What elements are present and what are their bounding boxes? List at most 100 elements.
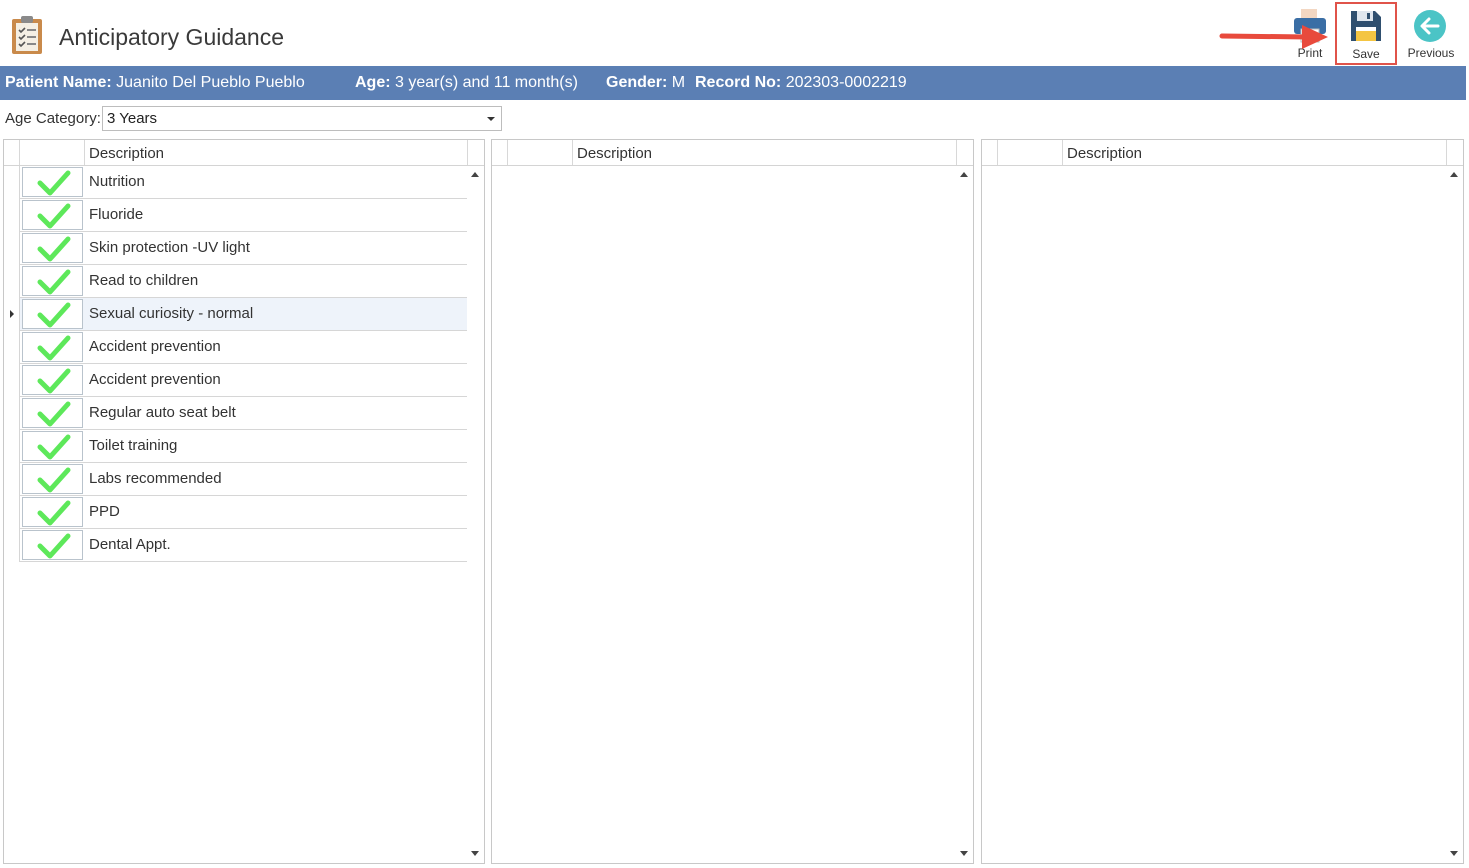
patient-record-label: Record No: bbox=[695, 74, 782, 91]
patient-age: Age: 3 year(s) and 11 month(s) bbox=[355, 74, 578, 92]
patient-name-label: Patient Name: bbox=[5, 74, 112, 91]
scroll-down-icon[interactable] bbox=[960, 851, 968, 856]
patient-name-value: Juanito Del Pueblo Pueblo bbox=[116, 74, 305, 91]
table-row[interactable]: Accident prevention bbox=[4, 331, 468, 364]
back-arrow-icon bbox=[1413, 9, 1447, 46]
row-description: Sexual curiosity - normal bbox=[89, 305, 254, 322]
row-description: Nutrition bbox=[89, 173, 145, 190]
row-indicator[interactable] bbox=[4, 430, 20, 463]
table-row[interactable]: Labs recommended bbox=[4, 463, 468, 496]
checkmark-icon bbox=[37, 269, 71, 295]
vertical-scrollbar[interactable] bbox=[1446, 166, 1462, 862]
table-row[interactable]: Skin protection -UV light bbox=[4, 232, 468, 265]
description-column-header[interactable]: Description bbox=[573, 140, 957, 165]
row-indicator[interactable] bbox=[4, 364, 20, 397]
clipboard-checklist-icon bbox=[10, 15, 46, 55]
row-checkbox[interactable] bbox=[22, 497, 83, 527]
checkmark-icon bbox=[37, 302, 71, 328]
checkmark-icon bbox=[37, 467, 71, 493]
table-row[interactable]: Regular auto seat belt bbox=[4, 397, 468, 430]
scroll-down-icon[interactable] bbox=[1450, 851, 1458, 856]
age-category-select[interactable]: 3 Years bbox=[102, 106, 502, 131]
row-indicator-header bbox=[492, 140, 508, 165]
description-column-header[interactable]: Description bbox=[1063, 140, 1447, 165]
guidance-grid-2: Description bbox=[491, 139, 974, 864]
row-checkbox[interactable] bbox=[22, 332, 83, 362]
guidance-grid-1: Description Nutrition Fluoride Skin protec… bbox=[3, 139, 485, 864]
row-description: Regular auto seat belt bbox=[89, 404, 236, 421]
save-button[interactable]: Save bbox=[1335, 2, 1397, 65]
row-indicator-header bbox=[4, 140, 20, 165]
grid-header-row: Description bbox=[4, 140, 484, 166]
grid-header-row: Description bbox=[492, 140, 973, 166]
row-checkbox[interactable] bbox=[22, 464, 83, 494]
table-row[interactable]: Accident prevention bbox=[4, 364, 468, 397]
row-checkbox[interactable] bbox=[22, 299, 83, 329]
age-category-value: 3 Years bbox=[107, 110, 158, 127]
row-indicator[interactable] bbox=[4, 529, 20, 562]
table-row[interactable]: Fluoride bbox=[4, 199, 468, 232]
table-row[interactable]: Sexual curiosity - normal bbox=[4, 298, 468, 331]
check-column-header[interactable] bbox=[20, 140, 85, 165]
annotation-arrow-icon bbox=[1219, 25, 1328, 49]
table-row[interactable]: Toilet training bbox=[4, 430, 468, 463]
scroll-up-icon[interactable] bbox=[960, 172, 968, 177]
scroll-up-icon[interactable] bbox=[1450, 172, 1458, 177]
row-indicator[interactable] bbox=[4, 232, 20, 265]
row-indicator[interactable] bbox=[4, 331, 20, 364]
row-checkbox[interactable] bbox=[22, 530, 83, 560]
previous-label: Previous bbox=[1407, 46, 1455, 60]
row-indicator[interactable] bbox=[4, 265, 20, 298]
checkmark-icon bbox=[37, 401, 71, 427]
patient-gender-label: Gender: bbox=[606, 74, 668, 91]
scroll-down-icon[interactable] bbox=[471, 851, 479, 856]
app-header: Anticipatory Guidance Print Save Previou… bbox=[0, 0, 1469, 66]
row-description: PPD bbox=[89, 503, 120, 520]
checkmark-icon bbox=[37, 533, 71, 559]
patient-record-value: 202303-0002219 bbox=[785, 74, 907, 91]
row-description: Toilet training bbox=[89, 437, 178, 454]
row-checkbox[interactable] bbox=[22, 233, 83, 263]
patient-gender-value: M bbox=[671, 74, 686, 91]
patient-age-value: 3 year(s) and 11 month(s) bbox=[395, 74, 578, 91]
row-description: Skin protection -UV light bbox=[89, 239, 250, 256]
table-row[interactable]: PPD bbox=[4, 496, 468, 529]
patient-record-no: Record No: 202303-0002219 bbox=[695, 74, 907, 92]
check-column-header[interactable] bbox=[508, 140, 573, 165]
row-description: Dental Appt. bbox=[89, 536, 171, 553]
table-row[interactable]: Read to children bbox=[4, 265, 468, 298]
checkmark-icon bbox=[37, 236, 71, 262]
patient-age-label: Age: bbox=[355, 74, 391, 91]
check-column-header[interactable] bbox=[998, 140, 1063, 165]
row-indicator[interactable] bbox=[4, 496, 20, 529]
row-indicator[interactable] bbox=[4, 166, 20, 199]
row-checkbox[interactable] bbox=[22, 365, 83, 395]
checkmark-icon bbox=[37, 335, 71, 361]
checkmark-icon bbox=[37, 203, 71, 229]
description-column-header[interactable]: Description bbox=[85, 140, 468, 165]
vertical-scrollbar[interactable] bbox=[467, 166, 483, 862]
row-description: Accident prevention bbox=[89, 371, 221, 388]
row-checkbox[interactable] bbox=[22, 431, 83, 461]
chevron-down-icon bbox=[487, 117, 495, 121]
guidance-grid-3: Description bbox=[981, 139, 1464, 864]
row-checkbox[interactable] bbox=[22, 266, 83, 296]
previous-button[interactable]: Previous bbox=[1403, 6, 1459, 62]
grid-rows: Nutrition Fluoride Skin protection -UV lig… bbox=[4, 166, 468, 562]
checkmark-icon bbox=[37, 170, 71, 196]
patient-gender: Gender: M bbox=[606, 74, 685, 92]
vertical-scrollbar[interactable] bbox=[956, 166, 972, 862]
age-category-label: Age Category: bbox=[5, 110, 101, 127]
patient-name: Patient Name: Juanito Del Pueblo Pueblo bbox=[5, 74, 305, 92]
table-row[interactable]: Nutrition bbox=[4, 166, 468, 199]
scroll-up-icon[interactable] bbox=[471, 172, 479, 177]
table-row[interactable]: Dental Appt. bbox=[4, 529, 468, 562]
row-indicator[interactable] bbox=[4, 298, 20, 331]
row-description: Accident prevention bbox=[89, 338, 221, 355]
row-checkbox[interactable] bbox=[22, 200, 83, 230]
row-indicator[interactable] bbox=[4, 397, 20, 430]
row-indicator[interactable] bbox=[4, 463, 20, 496]
row-checkbox[interactable] bbox=[22, 167, 83, 197]
row-checkbox[interactable] bbox=[22, 398, 83, 428]
row-indicator[interactable] bbox=[4, 199, 20, 232]
